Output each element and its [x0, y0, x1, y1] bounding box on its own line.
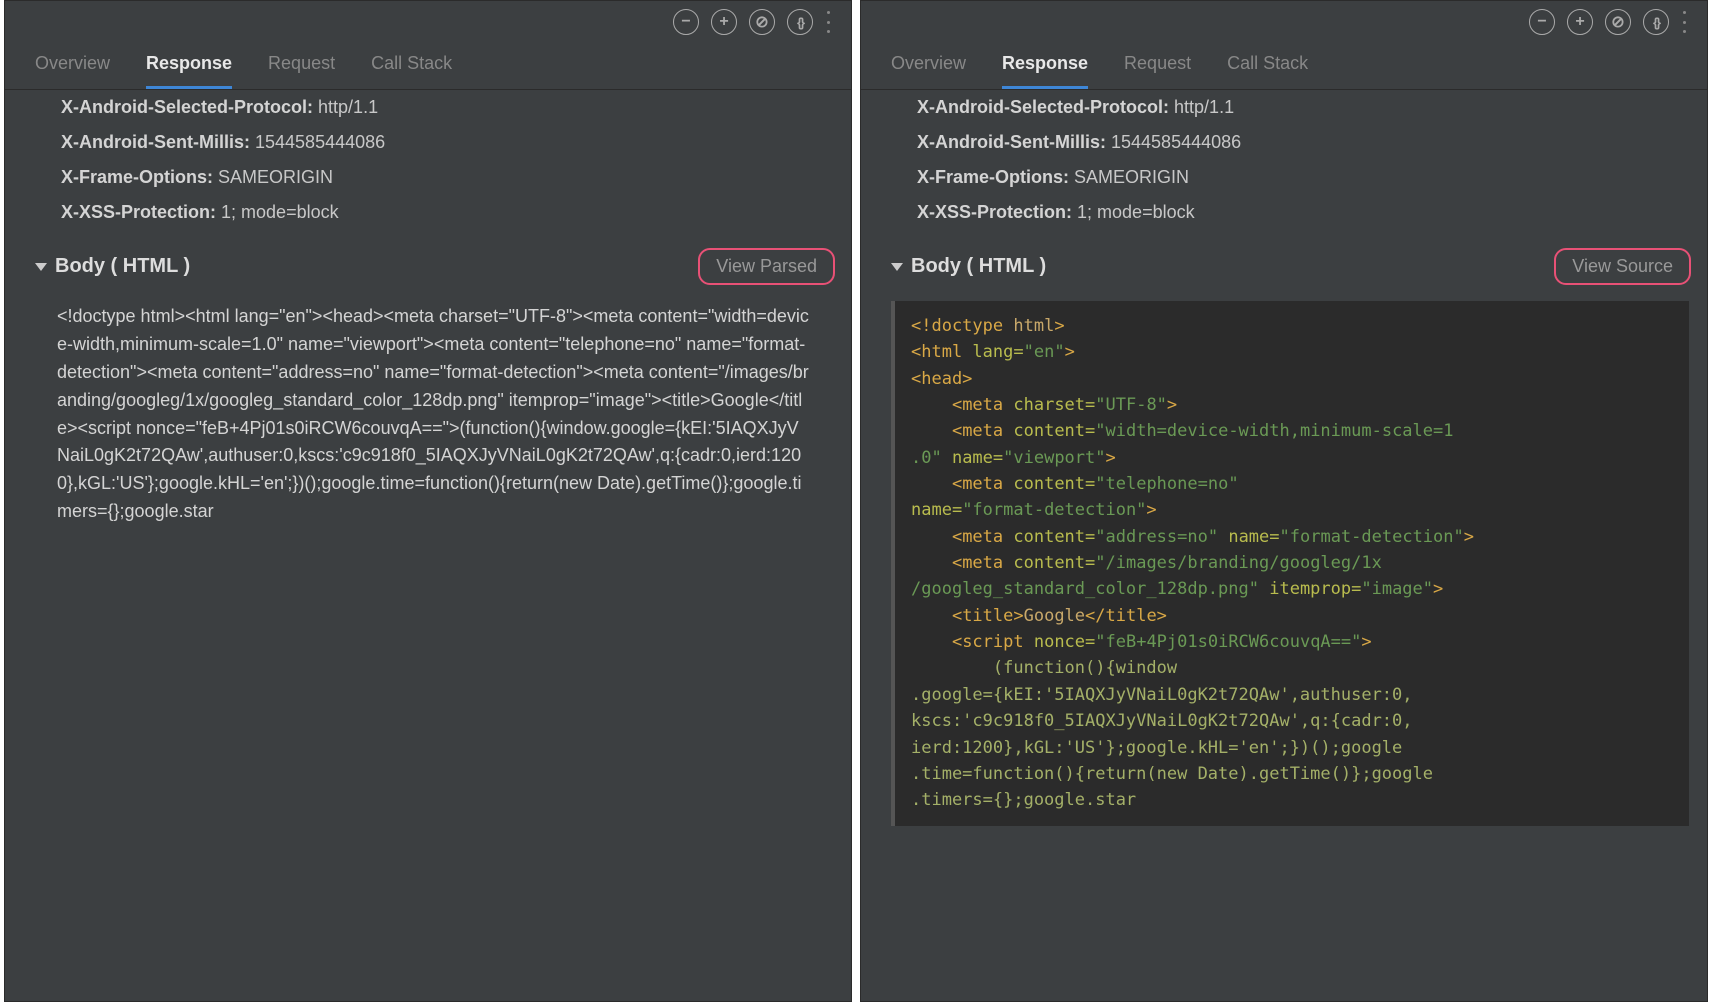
plus-icon[interactable]: + [711, 9, 737, 35]
minus-icon[interactable]: − [1529, 9, 1555, 35]
body-section-header: Body ( HTML ) View Parsed [5, 230, 851, 299]
tab-request[interactable]: Request [1124, 53, 1191, 89]
body-parsed-code: <!doctype html> <html lang="en"> <head> … [891, 301, 1689, 826]
header-row: X-XSS-Protection: 1; mode=block [861, 195, 1707, 230]
panel-toolbar: − + ⊘ {} [5, 1, 851, 43]
header-row: X-Frame-Options: SAMEORIGIN [861, 160, 1707, 195]
tab-overview[interactable]: Overview [35, 53, 110, 89]
view-source-button[interactable]: View Source [1554, 248, 1691, 285]
body-section-title: Body ( HTML ) [911, 255, 1046, 278]
devtools-panel-right: − + ⊘ {} Overview Response Request Call … [860, 0, 1708, 1002]
minus-icon[interactable]: − [673, 9, 699, 35]
tab-request[interactable]: Request [268, 53, 335, 89]
panel-content-right: X-Android-Selected-Protocol: http/1.1 X-… [861, 90, 1707, 1001]
header-row: X-Android-Sent-Millis: 1544585444086 [861, 125, 1707, 160]
tab-response[interactable]: Response [1002, 53, 1088, 89]
devtools-panel-left: − + ⊘ {} Overview Response Request Call … [4, 0, 852, 1002]
tab-overview[interactable]: Overview [891, 53, 966, 89]
header-row: X-Frame-Options: SAMEORIGIN [5, 160, 851, 195]
header-row: X-Android-Sent-Millis: 1544585444086 [5, 125, 851, 160]
header-row: X-Android-Selected-Protocol: http/1.1 [5, 90, 851, 125]
body-section-title: Body ( HTML ) [55, 255, 190, 278]
header-row: X-Android-Selected-Protocol: http/1.1 [861, 90, 1707, 125]
view-parsed-button[interactable]: View Parsed [698, 248, 835, 285]
circle-slash-icon[interactable]: ⊘ [1605, 9, 1631, 35]
tab-callstack[interactable]: Call Stack [371, 53, 452, 89]
body-section-header: Body ( HTML ) View Source [861, 230, 1707, 299]
circle-slash-icon[interactable]: ⊘ [749, 9, 775, 35]
chevron-down-icon[interactable] [891, 263, 903, 271]
drag-handle-icon[interactable] [825, 11, 831, 33]
tab-response[interactable]: Response [146, 53, 232, 89]
panel-tabs: Overview Response Request Call Stack [5, 43, 851, 90]
tab-callstack[interactable]: Call Stack [1227, 53, 1308, 89]
chevron-down-icon[interactable] [35, 263, 47, 271]
body-plain-text: <!doctype html><html lang="en"><head><me… [5, 299, 851, 536]
plus-icon[interactable]: + [1567, 9, 1593, 35]
drag-handle-icon[interactable] [1681, 11, 1687, 33]
header-row: X-XSS-Protection: 1; mode=block [5, 195, 851, 230]
braces-icon[interactable]: {} [1643, 9, 1669, 35]
panel-content-left: X-Android-Selected-Protocol: http/1.1 X-… [5, 90, 851, 1001]
panel-toolbar: − + ⊘ {} [861, 1, 1707, 43]
panel-tabs: Overview Response Request Call Stack [861, 43, 1707, 90]
braces-icon[interactable]: {} [787, 9, 813, 35]
